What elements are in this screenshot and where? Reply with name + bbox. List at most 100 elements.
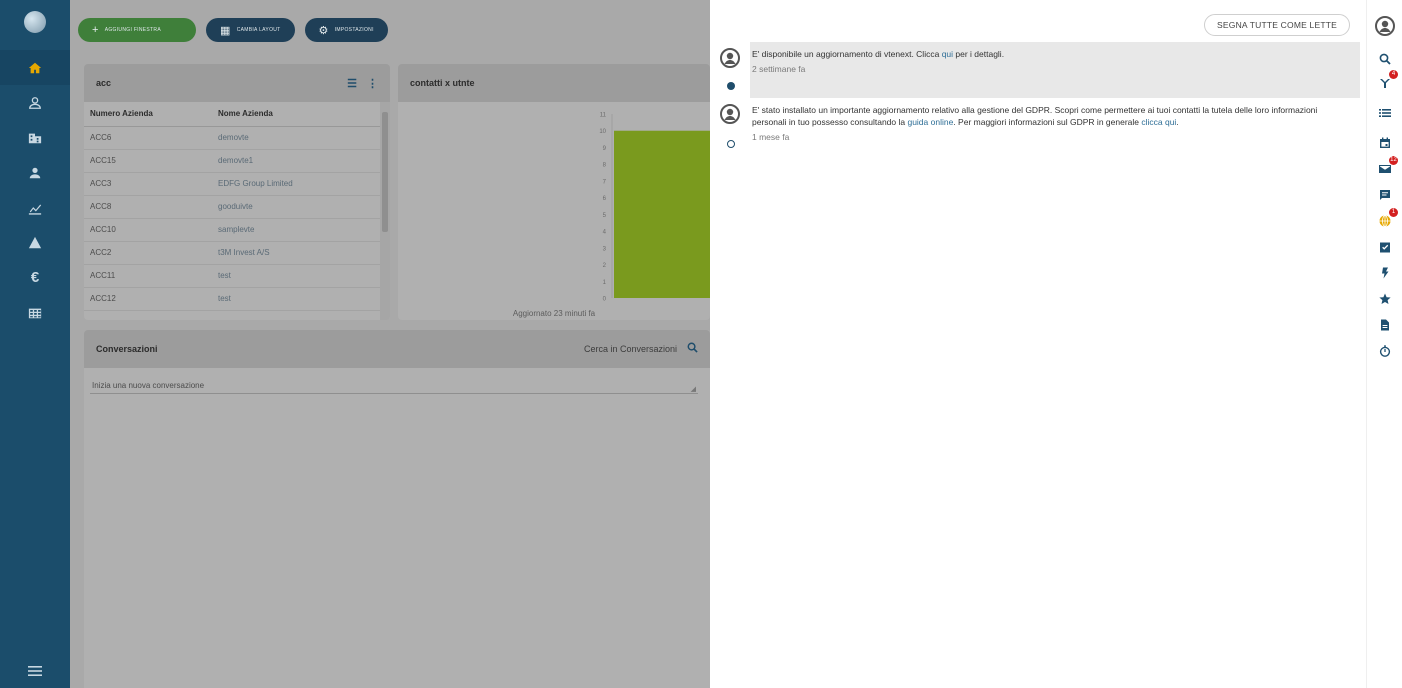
settings-label: Impostazioni xyxy=(334,27,374,33)
nav-home[interactable] xyxy=(0,50,70,85)
acc-scrollbar[interactable] xyxy=(380,102,390,320)
y-tick-label: 11 xyxy=(600,113,607,119)
table-row[interactable]: ACC12 test xyxy=(84,287,380,311)
y-tick-label: 5 xyxy=(603,213,607,219)
nav-users[interactable] xyxy=(0,155,70,190)
table-row[interactable]: ACC6 demovte xyxy=(84,126,380,150)
scrollbar-thumb[interactable] xyxy=(382,112,388,232)
dashboard-area: + Aggiungi finestra ▦ Cambia layout ⚙ Im… xyxy=(70,0,710,688)
conversations-header: Conversazioni Cerca in Conversazioni xyxy=(84,330,710,368)
account-name[interactable]: demovte1 xyxy=(212,149,380,173)
user-avatar-icon[interactable] xyxy=(1375,16,1395,36)
tasks-icon xyxy=(1380,242,1390,253)
y-tick-label: 4 xyxy=(603,230,607,236)
y-tick-label: 2 xyxy=(603,263,607,269)
chat-button[interactable] xyxy=(1376,186,1394,204)
world-button[interactable]: 1 xyxy=(1376,208,1398,230)
account-name[interactable]: gooduivte xyxy=(212,195,380,219)
table-row[interactable]: ACC15 demovte1 xyxy=(84,149,380,173)
notification-text-part: . xyxy=(1176,117,1179,127)
y-tick-label: 0 xyxy=(603,297,607,303)
table-row[interactable]: ACC8 gooduivte xyxy=(84,195,380,219)
timer-button[interactable] xyxy=(1376,342,1394,360)
search-icon[interactable] xyxy=(687,342,698,356)
settings-button[interactable]: ⚙ Impostazioni xyxy=(304,18,388,42)
list-view-icon[interactable]: ☰ xyxy=(347,77,357,90)
notification-item[interactable]: E' stato installato un importante aggior… xyxy=(710,98,1360,150)
click-here-link[interactable]: clicca qui xyxy=(1141,117,1176,127)
documents-button[interactable] xyxy=(1376,316,1394,334)
account-name[interactable]: test xyxy=(212,264,380,288)
right-icon-bar: 4 12 1 xyxy=(1366,0,1402,688)
user-icon xyxy=(29,167,41,178)
account-name[interactable]: t3M Invest A/S xyxy=(212,241,380,265)
mail-button[interactable]: 12 xyxy=(1376,156,1398,178)
table-row[interactable]: ACC2 t3M Invest A/S xyxy=(84,241,380,265)
activity-icon xyxy=(1380,79,1390,88)
more-menu-icon[interactable]: ⋮ xyxy=(367,77,378,90)
logo[interactable] xyxy=(0,0,70,44)
notification-item[interactable]: E' disponibile un aggiornamento di vtene… xyxy=(710,42,1360,98)
unread-dot-icon[interactable] xyxy=(727,82,735,90)
flash-button[interactable] xyxy=(1376,264,1394,282)
notification-body: E' stato installato un importante aggior… xyxy=(750,98,1360,150)
chart-updated-label: Aggiornato 23 minuti fa xyxy=(512,309,596,318)
guide-online-link[interactable]: guida online xyxy=(907,117,953,127)
nav-accounts[interactable] xyxy=(0,120,70,155)
change-layout-button[interactable]: ▦ Cambia layout xyxy=(206,18,295,42)
account-name[interactable]: demovte xyxy=(212,126,380,150)
notification-text: E' stato installato un importante aggior… xyxy=(752,104,1354,128)
nav-reports[interactable] xyxy=(0,190,70,225)
account-number: ACC11 xyxy=(84,264,212,288)
add-window-label: Aggiungi finestra xyxy=(104,27,161,33)
account-name[interactable]: samplevte xyxy=(212,218,380,242)
table-row[interactable]: ACC10 samplevte xyxy=(84,218,380,242)
account-number: ACC8 xyxy=(84,195,212,219)
y-tick-label: 7 xyxy=(603,179,607,185)
new-conversation-placeholder: Inizia una nuova conversazione xyxy=(92,381,205,390)
world-badge: 1 xyxy=(1389,208,1398,217)
account-name[interactable]: EDFG Group Limited xyxy=(212,172,380,196)
conversations-title: Conversazioni xyxy=(96,344,158,354)
column-header[interactable]: Nome Azienda xyxy=(212,102,380,127)
account-number: ACC6 xyxy=(84,126,212,150)
table-row[interactable]: ACC3 EDFG Group Limited xyxy=(84,172,380,196)
notification-gutter xyxy=(710,98,750,150)
notification-text-part: E' disponibile un aggiornamento di vtene… xyxy=(752,49,942,59)
resize-handle-icon[interactable]: ◢ xyxy=(691,385,696,393)
avatar-icon xyxy=(720,104,740,124)
plus-icon: + xyxy=(92,24,99,36)
add-window-button[interactable]: + Aggiungi finestra xyxy=(78,18,196,42)
nav-grid[interactable] xyxy=(0,295,70,330)
table-row[interactable]: ACC11 test xyxy=(84,264,380,288)
contacts-icon xyxy=(29,96,41,109)
search-button[interactable] xyxy=(1376,50,1394,68)
nav-alerts[interactable] xyxy=(0,225,70,260)
search-conversations-label[interactable]: Cerca in Conversazioni xyxy=(584,344,677,354)
y-tick-label: 10 xyxy=(599,129,606,135)
calendar-button[interactable] xyxy=(1376,134,1394,152)
chart-bar[interactable] xyxy=(614,130,710,298)
y-tick-label: 8 xyxy=(603,163,607,169)
chart-panel: contatti x utnte 0 1 2 3 4 5 6 7 8 9 10 11 Aggiorna… xyxy=(398,64,710,320)
read-dot-icon[interactable] xyxy=(727,140,735,148)
notification-link[interactable]: qui xyxy=(942,49,953,59)
grid-icon xyxy=(28,308,42,318)
mark-all-read-button[interactable]: Segna tutte come lette xyxy=(1204,14,1350,36)
menu-button[interactable] xyxy=(0,654,70,688)
activity-button[interactable]: 4 xyxy=(1376,70,1398,92)
nav-euro[interactable]: € xyxy=(0,260,70,295)
account-number: ACC3 xyxy=(84,172,212,196)
gear-icon: ⚙ xyxy=(318,24,329,37)
list-button[interactable] xyxy=(1376,104,1394,122)
tasks-button[interactable] xyxy=(1376,238,1394,256)
account-name[interactable]: test xyxy=(212,287,380,311)
chart-panel-title: contatti x utnte xyxy=(410,78,475,88)
mail-icon xyxy=(1379,165,1391,173)
new-conversation-input[interactable]: Inizia una nuova conversazione ◢ xyxy=(90,378,698,394)
activity-badge: 4 xyxy=(1389,70,1398,79)
column-header[interactable]: Numero Azienda xyxy=(84,102,212,127)
nav-contacts[interactable] xyxy=(0,85,70,120)
account-number: ACC12 xyxy=(84,287,212,311)
favorites-button[interactable] xyxy=(1376,290,1394,308)
